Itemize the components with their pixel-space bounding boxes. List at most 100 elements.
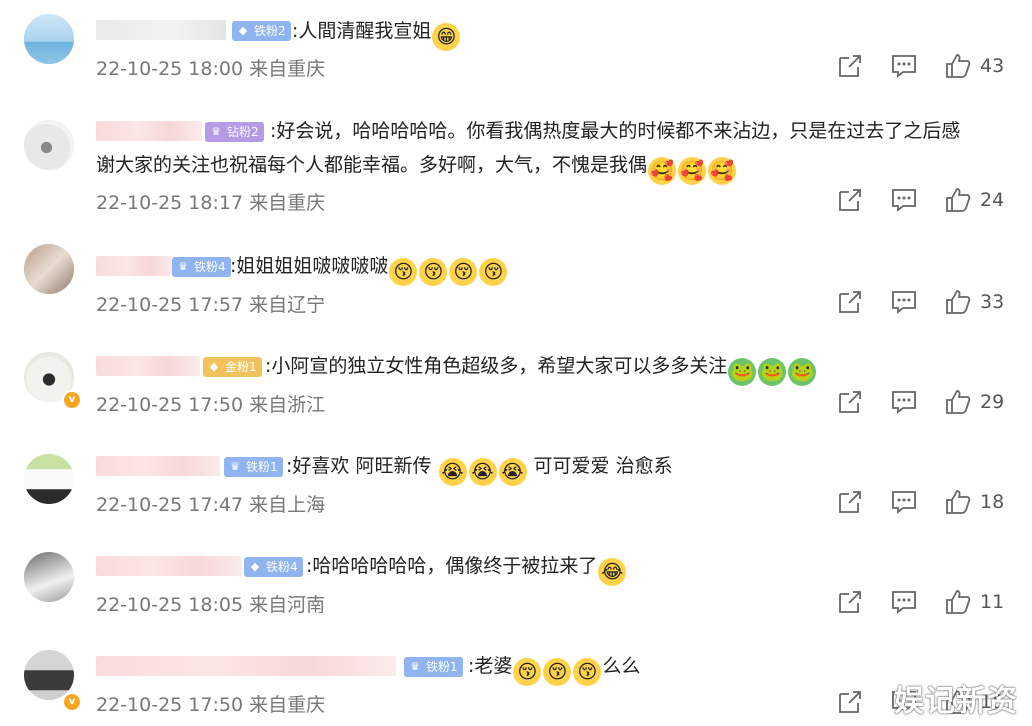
- comment-text: :哈哈哈哈哈哈，偶像终于被拉来了 😂: [306, 549, 627, 586]
- fan-badge: ◆ 铁粉2: [232, 21, 291, 41]
- comment-meta: 22-10-25 17:57 来自辽宁: [96, 290, 325, 317]
- share-icon[interactable]: [836, 186, 864, 214]
- badge-label: 铁粉1: [426, 660, 458, 674]
- share-icon[interactable]: [836, 688, 864, 716]
- comment-icon[interactable]: [890, 186, 918, 214]
- like-count: 11: [980, 591, 1005, 613]
- share-icon[interactable]: [836, 388, 864, 416]
- like-icon[interactable]: [944, 186, 972, 214]
- comment-item: ♛ 钻粉2 :好会说，哈哈哈哈哈。你看我偶热度最大的时候都不来沾边，只是在过去了…: [0, 100, 1032, 236]
- comment-meta: 22-10-25 17:50 来自重庆: [96, 690, 325, 717]
- timestamp: 22-10-25 18:17: [96, 192, 244, 214]
- comment-text: :小阿宣的独立女性角色超级多，希望大家可以多多关注 🐸 🐸 🐸: [265, 349, 817, 386]
- avatar[interactable]: [24, 552, 74, 602]
- frog-emoji-icon: 🐸: [788, 358, 817, 386]
- comment-text: :好喜欢 阿旺新传 😭 😭 😭 可可爱爱 治愈系: [286, 449, 673, 486]
- fan-badge: ♛ 钻粉2: [205, 122, 264, 142]
- love-emoji-icon: 🥰: [708, 157, 737, 185]
- comment-icon[interactable]: [890, 288, 918, 316]
- timestamp: 22-10-25 17:57: [96, 294, 244, 316]
- location: 来自上海: [249, 494, 326, 516]
- fan-badge: ♛ 铁粉4: [172, 257, 231, 277]
- comment-item: v ◆ 金粉1 :小阿宣的独立女性角色超级多，希望大家可以多多关注 🐸 🐸 🐸 22-…: [0, 336, 1032, 436]
- love-emoji-icon: 🥰: [678, 157, 707, 185]
- badge-label: 铁粉1: [246, 460, 278, 474]
- crown-icon: ♛: [410, 660, 420, 673]
- fan-badge: ◆ 金粉1: [203, 357, 262, 377]
- comment-icon[interactable]: [890, 388, 918, 416]
- location: 来自重庆: [249, 192, 326, 214]
- comment-meta: 22-10-25 18:00 来自重庆: [96, 54, 325, 81]
- badge-label: 钻粉2: [227, 125, 259, 139]
- location: 来自浙江: [249, 394, 326, 416]
- fan-badge: ◆ 铁粉4: [244, 557, 303, 577]
- crown-icon: ♛: [178, 260, 188, 273]
- location: 来自河南: [249, 594, 326, 616]
- comment-meta: 22-10-25 18:05 来自河南: [96, 590, 325, 617]
- avatar[interactable]: [24, 14, 74, 64]
- kiss-emoji-icon: 😚: [513, 658, 542, 686]
- like-count: 24: [980, 189, 1005, 211]
- share-icon[interactable]: [836, 488, 864, 516]
- comment-text: :好会说，哈哈哈哈哈。你看我偶热度最大的时候都不来沾边，只是在过去了之后感: [270, 114, 1010, 148]
- share-icon[interactable]: [836, 288, 864, 316]
- timestamp: 22-10-25 17:47: [96, 494, 244, 516]
- timestamp: 22-10-25 18:05: [96, 594, 244, 616]
- share-icon[interactable]: [836, 588, 864, 616]
- username[interactable]: [96, 656, 396, 676]
- share-icon[interactable]: [836, 52, 864, 80]
- comment-text: 谢大家的关注也祝福每个人都能幸福。多好啊，大气，不愧是我偶 🥰 🥰 🥰: [96, 148, 737, 185]
- kiss-emoji-icon: 😚: [479, 258, 508, 286]
- badge-label: 金粉1: [225, 360, 257, 374]
- comment-text: :姐姐姐姐啵啵啵啵 😚 😚 😚 😚: [230, 249, 508, 286]
- like-icon[interactable]: [944, 588, 972, 616]
- verified-badge-icon: v: [62, 390, 82, 410]
- avatar[interactable]: [24, 244, 74, 294]
- kiss-emoji-icon: 😚: [573, 658, 602, 686]
- comment-actions: 33: [812, 288, 1032, 316]
- username[interactable]: [96, 256, 172, 276]
- fan-badge: ♛ 铁粉1: [224, 457, 283, 477]
- avatar[interactable]: [24, 454, 74, 504]
- avatar[interactable]: [24, 120, 74, 170]
- username[interactable]: [96, 556, 242, 576]
- comment-text: :人間清醒我宣姐 😁: [292, 14, 461, 51]
- comment-item: ◆ 铁粉4 :哈哈哈哈哈哈，偶像终于被拉来了 😂 22-10-25 18:05 来…: [0, 536, 1032, 636]
- comment-text-part: 谢大家的关注也祝福每个人都能幸福。多好啊，大气，不愧是我偶: [96, 154, 648, 176]
- comment-text-part: :人間清醒我宣姐: [292, 20, 432, 42]
- username[interactable]: [96, 456, 220, 476]
- comment-icon[interactable]: [890, 52, 918, 80]
- crown-icon: ♛: [211, 125, 221, 138]
- diamond-icon: ◆: [209, 360, 219, 373]
- like-icon[interactable]: [944, 288, 972, 316]
- cry-emoji-icon: 😭: [498, 458, 527, 486]
- comment-item: v ♛ 铁粉1 :老婆 😚 😚 😚 么么 22-10-25 17:50 来自重庆 15: [0, 636, 1032, 726]
- comment-actions: 18: [812, 488, 1032, 516]
- comment-actions: 43: [812, 52, 1032, 80]
- comment-icon[interactable]: [890, 488, 918, 516]
- comment-meta: 22-10-25 17:50 来自浙江: [96, 390, 325, 417]
- grin-emoji-icon: 😁: [432, 23, 461, 51]
- comment-text-part: :哈哈哈哈哈哈，偶像终于被拉来了: [306, 555, 598, 577]
- comment-meta: 22-10-25 17:47 来自上海: [96, 490, 325, 517]
- love-emoji-icon: 🥰: [648, 157, 677, 185]
- frog-emoji-icon: 🐸: [728, 358, 757, 386]
- like-icon[interactable]: [944, 488, 972, 516]
- badge-label: 铁粉4: [194, 260, 226, 274]
- comment-text-part: :姐姐姐姐啵啵啵啵: [230, 255, 389, 277]
- username[interactable]: [96, 20, 226, 40]
- kiss-emoji-icon: 😚: [449, 258, 478, 286]
- username[interactable]: [96, 121, 202, 141]
- like-icon[interactable]: [944, 388, 972, 416]
- comment-item: ♛ 铁粉4 :姐姐姐姐啵啵啵啵 😚 😚 😚 😚 22-10-25 17:57 来自辽宁 …: [0, 236, 1032, 336]
- comment-text-part: :老婆: [468, 655, 513, 677]
- like-count: 43: [980, 55, 1005, 77]
- badge-label: 铁粉4: [266, 560, 298, 574]
- comment-icon[interactable]: [890, 588, 918, 616]
- badge-label: 铁粉2: [254, 24, 286, 38]
- timestamp: 22-10-25 17:50: [96, 694, 244, 716]
- like-count: 18: [980, 491, 1005, 513]
- watermark: 娱记新资: [894, 684, 1018, 719]
- like-icon[interactable]: [944, 52, 972, 80]
- username[interactable]: [96, 356, 200, 376]
